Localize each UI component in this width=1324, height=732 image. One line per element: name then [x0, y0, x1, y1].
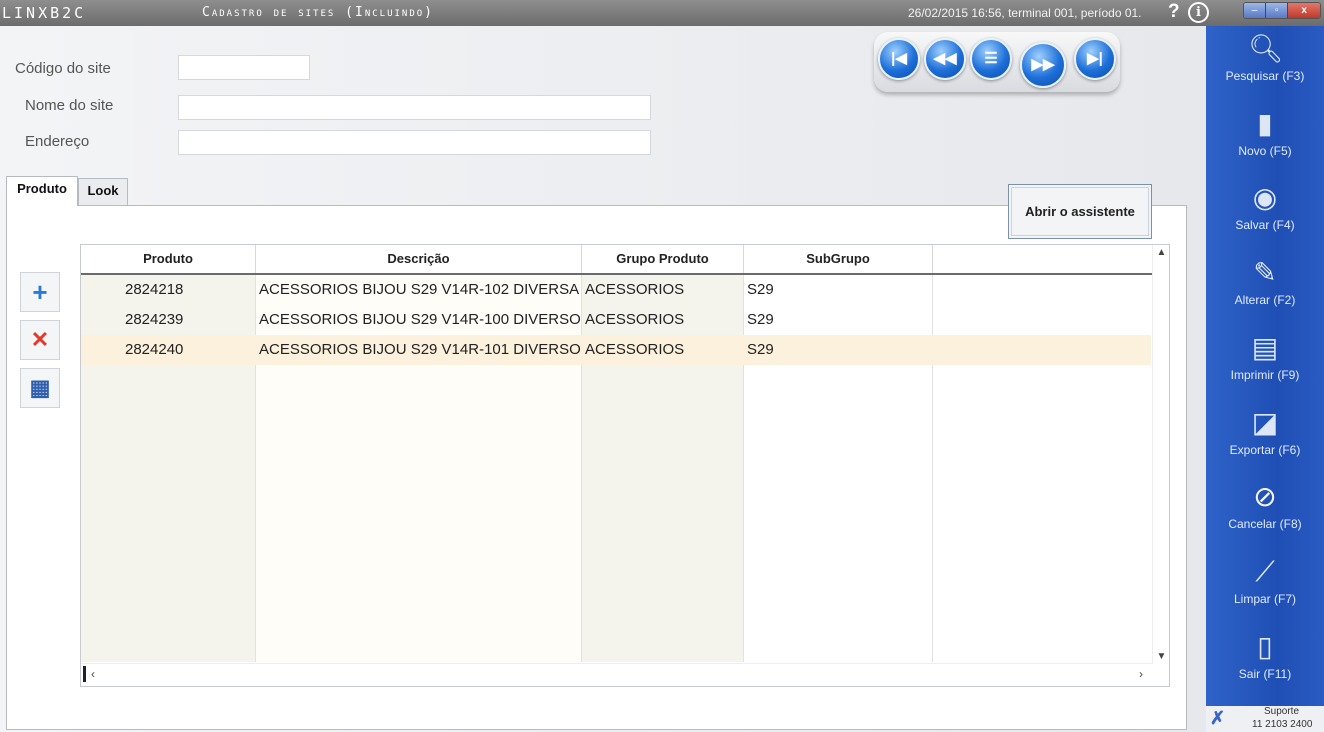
- info-icon[interactable]: i: [1188, 2, 1209, 23]
- session-status: 26/02/2015 16:56, terminal 001, período …: [908, 6, 1142, 20]
- endereco-input[interactable]: [178, 130, 651, 155]
- clear-button[interactable]: ⟋ Limpar (F7): [1206, 549, 1324, 621]
- edit-icon: ✎: [1253, 257, 1277, 288]
- scroll-left-icon[interactable]: ‹: [91, 667, 95, 681]
- cell-descricao: ACESSORIOS BIJOU S29 V14R-100 DIVERSO: [259, 311, 581, 328]
- nome-label: Nome do site: [25, 97, 114, 114]
- cell-produto: 2824218: [125, 281, 184, 298]
- endereco-label: Endereço: [25, 133, 90, 150]
- previous-record-button[interactable]: ◀◀: [924, 38, 966, 80]
- cell-produto: 2824240: [125, 341, 184, 358]
- add-row-button[interactable]: +: [20, 272, 60, 312]
- support-box: ✗ Suporte 11 2103 2400: [1206, 706, 1324, 732]
- record-list-button[interactable]: ☰: [970, 38, 1012, 80]
- media-button[interactable]: ▦: [20, 368, 60, 408]
- support-phone: 11 2103 2400: [1252, 719, 1313, 730]
- cell-grupo: ACESSORIOS: [585, 341, 685, 358]
- grid-header: Produto Descrição Grupo Produto SubGrupo: [81, 245, 1153, 275]
- edit-label: Alterar (F2): [1234, 293, 1296, 307]
- plus-icon: +: [32, 277, 48, 307]
- cell-grupo: ACESSORIOS: [585, 281, 685, 298]
- search-label: Pesquisar (F3): [1225, 69, 1305, 83]
- nome-input[interactable]: [178, 95, 651, 120]
- export-label: Exportar (F6): [1229, 443, 1301, 457]
- cancel-label: Cancelar (F8): [1228, 517, 1302, 531]
- codigo-input[interactable]: [178, 55, 310, 80]
- new-document-icon: ▮: [1257, 108, 1273, 139]
- cell-produto: 2824239: [125, 311, 184, 328]
- scroll-down-icon[interactable]: ▼: [1153, 651, 1169, 662]
- table-row[interactable]: 2824239 ACESSORIOS BIJOU S29 V14R-100 DI…: [81, 305, 1151, 335]
- exit-button[interactable]: ▯ Sair (F11): [1206, 624, 1324, 696]
- broom-icon: ⟋: [1255, 556, 1275, 587]
- cell-subgrupo: S29: [747, 281, 774, 298]
- app-name: LINXB2C: [2, 4, 87, 22]
- print-label: Imprimir (F9): [1230, 368, 1300, 382]
- close-button[interactable]: x: [1288, 3, 1320, 18]
- exit-label: Sair (F11): [1238, 667, 1292, 681]
- column-header-grupo[interactable]: Grupo Produto: [582, 245, 744, 273]
- first-record-button[interactable]: |◀: [878, 38, 920, 80]
- new-button[interactable]: ▮ Novo (F5): [1206, 101, 1324, 173]
- export-icon: ◪: [1251, 407, 1279, 438]
- table-row[interactable]: 2824218 ACESSORIOS BIJOU S29 V14R-102 DI…: [81, 275, 1151, 305]
- film-icon: ▦: [29, 375, 51, 400]
- door-icon: ▯: [1257, 631, 1273, 662]
- cell-descricao: ACESSORIOS BIJOU S29 V14R-102 DIVERSA: [259, 281, 580, 298]
- magnifier-icon: 🔍︎: [1248, 33, 1284, 64]
- cell-subgrupo: S29: [747, 311, 774, 328]
- cancel-button[interactable]: ⊘ Cancelar (F8): [1206, 474, 1324, 546]
- cell-subgrupo: S29: [747, 341, 774, 358]
- open-wizard-button[interactable]: Abrir o assistente: [1008, 184, 1152, 239]
- edit-button[interactable]: ✎ Alterar (F2): [1206, 250, 1324, 322]
- export-button[interactable]: ◪ Exportar (F6): [1206, 400, 1324, 472]
- products-grid[interactable]: Produto Descrição Grupo Produto SubGrupo…: [80, 244, 1170, 687]
- print-button[interactable]: ▤ Imprimir (F9): [1206, 325, 1324, 397]
- horizontal-scroll-thumb[interactable]: [83, 666, 86, 682]
- clear-label: Limpar (F7): [1233, 592, 1296, 606]
- last-record-button[interactable]: ▶|: [1074, 38, 1116, 80]
- linx-logo-icon: ✗: [1210, 708, 1226, 728]
- tab-look[interactable]: Look: [78, 178, 128, 206]
- help-icon[interactable]: ?: [1168, 1, 1180, 23]
- codigo-label: Código do site: [15, 60, 111, 77]
- maximize-button[interactable]: ▫: [1266, 3, 1289, 18]
- search-button[interactable]: 🔍︎ Pesquisar (F3): [1206, 26, 1324, 98]
- new-label: Novo (F5): [1238, 144, 1292, 158]
- vertical-scrollbar[interactable]: ▲ ▼: [1152, 245, 1169, 665]
- column-header-produto[interactable]: Produto: [81, 245, 256, 273]
- printer-icon: ▤: [1251, 332, 1279, 363]
- column-header-blank: [933, 245, 1153, 273]
- support-label: Suporte: [1264, 706, 1300, 717]
- remove-row-button[interactable]: ✕: [20, 320, 60, 360]
- horizontal-scrollbar[interactable]: ‹ ›: [81, 663, 1153, 686]
- disc-icon: ◉: [1252, 182, 1278, 213]
- column-header-subgrupo[interactable]: SubGrupo: [744, 245, 933, 273]
- action-toolbar: 🔍︎ Pesquisar (F3) ▮ Novo (F5) ◉ Salvar (…: [1206, 26, 1324, 706]
- cell-descricao: ACESSORIOS BIJOU S29 V14R-101 DIVERSO: [259, 341, 581, 358]
- delete-icon: ✕: [30, 327, 50, 352]
- scroll-right-icon[interactable]: ›: [1139, 667, 1143, 681]
- scroll-up-icon[interactable]: ▲: [1153, 247, 1169, 258]
- next-record-button[interactable]: ▶▶: [1020, 42, 1066, 88]
- column-header-descricao[interactable]: Descrição: [256, 245, 582, 273]
- table-row-selected[interactable]: 2824240 ACESSORIOS BIJOU S29 V14R-101 DI…: [81, 335, 1151, 365]
- title-bar: LINXB2C Cadastro de sites (Incluindo) 26…: [0, 0, 1324, 26]
- cell-grupo: ACESSORIOS: [585, 311, 685, 328]
- window-controls: – ▫ x: [1243, 2, 1321, 19]
- save-button[interactable]: ◉ Salvar (F4): [1206, 175, 1324, 247]
- record-navigator: |◀ ◀◀ ☰ ▶▶ ▶|: [874, 32, 1120, 92]
- save-label: Salvar (F4): [1235, 218, 1295, 232]
- tab-produto[interactable]: Produto: [6, 176, 78, 206]
- minimize-button[interactable]: –: [1244, 3, 1267, 18]
- cancel-icon: ⊘: [1253, 481, 1277, 512]
- window-title: Cadastro de sites (Incluindo): [202, 5, 434, 20]
